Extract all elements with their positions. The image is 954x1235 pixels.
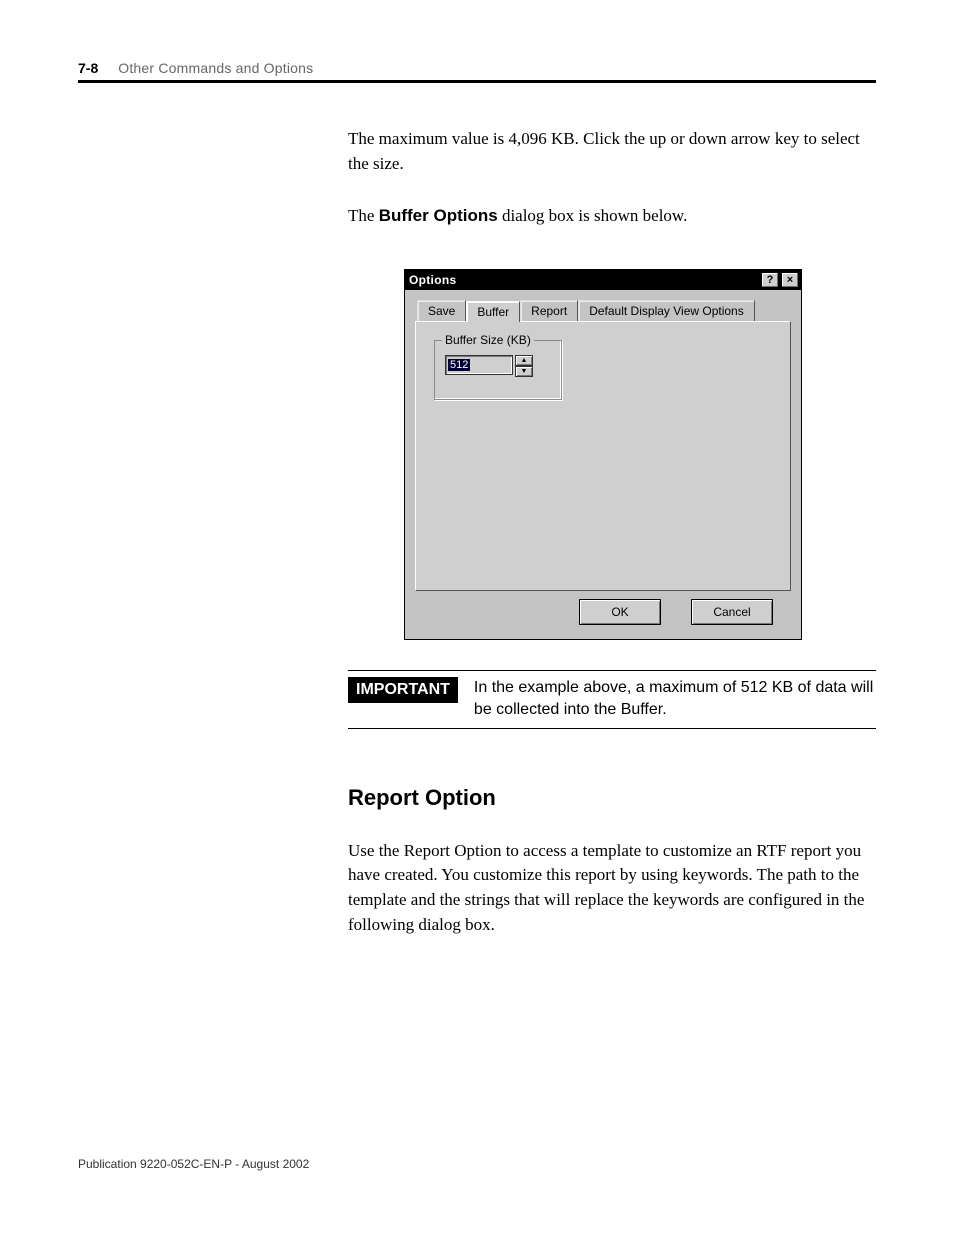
groupbox-legend: Buffer Size (KB)	[442, 333, 534, 347]
page: 7-8 Other Commands and Options The maxim…	[0, 0, 954, 1221]
buffer-size-spinner: 512 ▲ ▼	[445, 355, 551, 377]
close-icon[interactable]: ×	[781, 272, 799, 288]
important-text: In the example above, a maximum of 512 K…	[474, 677, 876, 722]
dialog-body: Save Buffer Report Default Display View …	[405, 290, 801, 639]
buffer-size-groupbox: Buffer Size (KB) 512 ▲ ▼	[434, 340, 562, 400]
ok-button[interactable]: OK	[579, 599, 661, 625]
report-option-paragraph: Use the Report Option to access a templa…	[348, 839, 876, 938]
buffer-size-value: 512	[448, 359, 470, 371]
spinner-up-icon[interactable]: ▲	[515, 355, 533, 366]
dialog-screenshot: Options ? × Save Buffer Report Default D…	[404, 269, 876, 640]
intro-paragraph: The maximum value is 4,096 KB. Click the…	[348, 127, 876, 176]
content-column: The maximum value is 4,096 KB. Click the…	[348, 127, 876, 937]
cancel-button[interactable]: Cancel	[691, 599, 773, 625]
page-header: 7-8 Other Commands and Options	[78, 60, 876, 76]
spinner-buttons: ▲ ▼	[515, 355, 533, 377]
important-bottom-rule	[348, 728, 876, 729]
help-icon[interactable]: ?	[761, 272, 779, 288]
important-badge: IMPORTANT	[348, 677, 458, 703]
tab-default-display-view-options[interactable]: Default Display View Options	[578, 300, 755, 321]
dialog-intro-paragraph: The Buffer Options dialog box is shown b…	[348, 204, 876, 229]
tab-save[interactable]: Save	[417, 300, 466, 321]
options-dialog: Options ? × Save Buffer Report Default D…	[404, 269, 802, 640]
tab-strip: Save Buffer Report Default Display View …	[417, 300, 791, 321]
text: dialog box is shown below.	[498, 206, 688, 225]
tab-report[interactable]: Report	[520, 300, 578, 321]
tab-buffer[interactable]: Buffer	[466, 301, 520, 322]
publication-footer: Publication 9220-052C-EN-P - August 2002	[78, 1157, 876, 1171]
chapter-title: Other Commands and Options	[118, 60, 313, 76]
report-option-heading: Report Option	[348, 785, 876, 811]
dialog-title: Options	[409, 273, 456, 287]
buffer-size-input[interactable]: 512	[445, 355, 513, 375]
dialog-titlebar: Options ? ×	[405, 270, 801, 290]
spinner-down-icon[interactable]: ▼	[515, 366, 533, 377]
text: The	[348, 206, 379, 225]
important-note: IMPORTANT In the example above, a maximu…	[348, 677, 876, 722]
dialog-footer: OK Cancel	[415, 591, 791, 625]
tab-panel-buffer: Buffer Size (KB) 512 ▲ ▼	[415, 321, 791, 591]
important-top-rule	[348, 670, 876, 671]
page-number: 7-8	[78, 60, 98, 76]
buffer-options-bold: Buffer Options	[379, 206, 498, 225]
header-rule	[78, 80, 876, 83]
